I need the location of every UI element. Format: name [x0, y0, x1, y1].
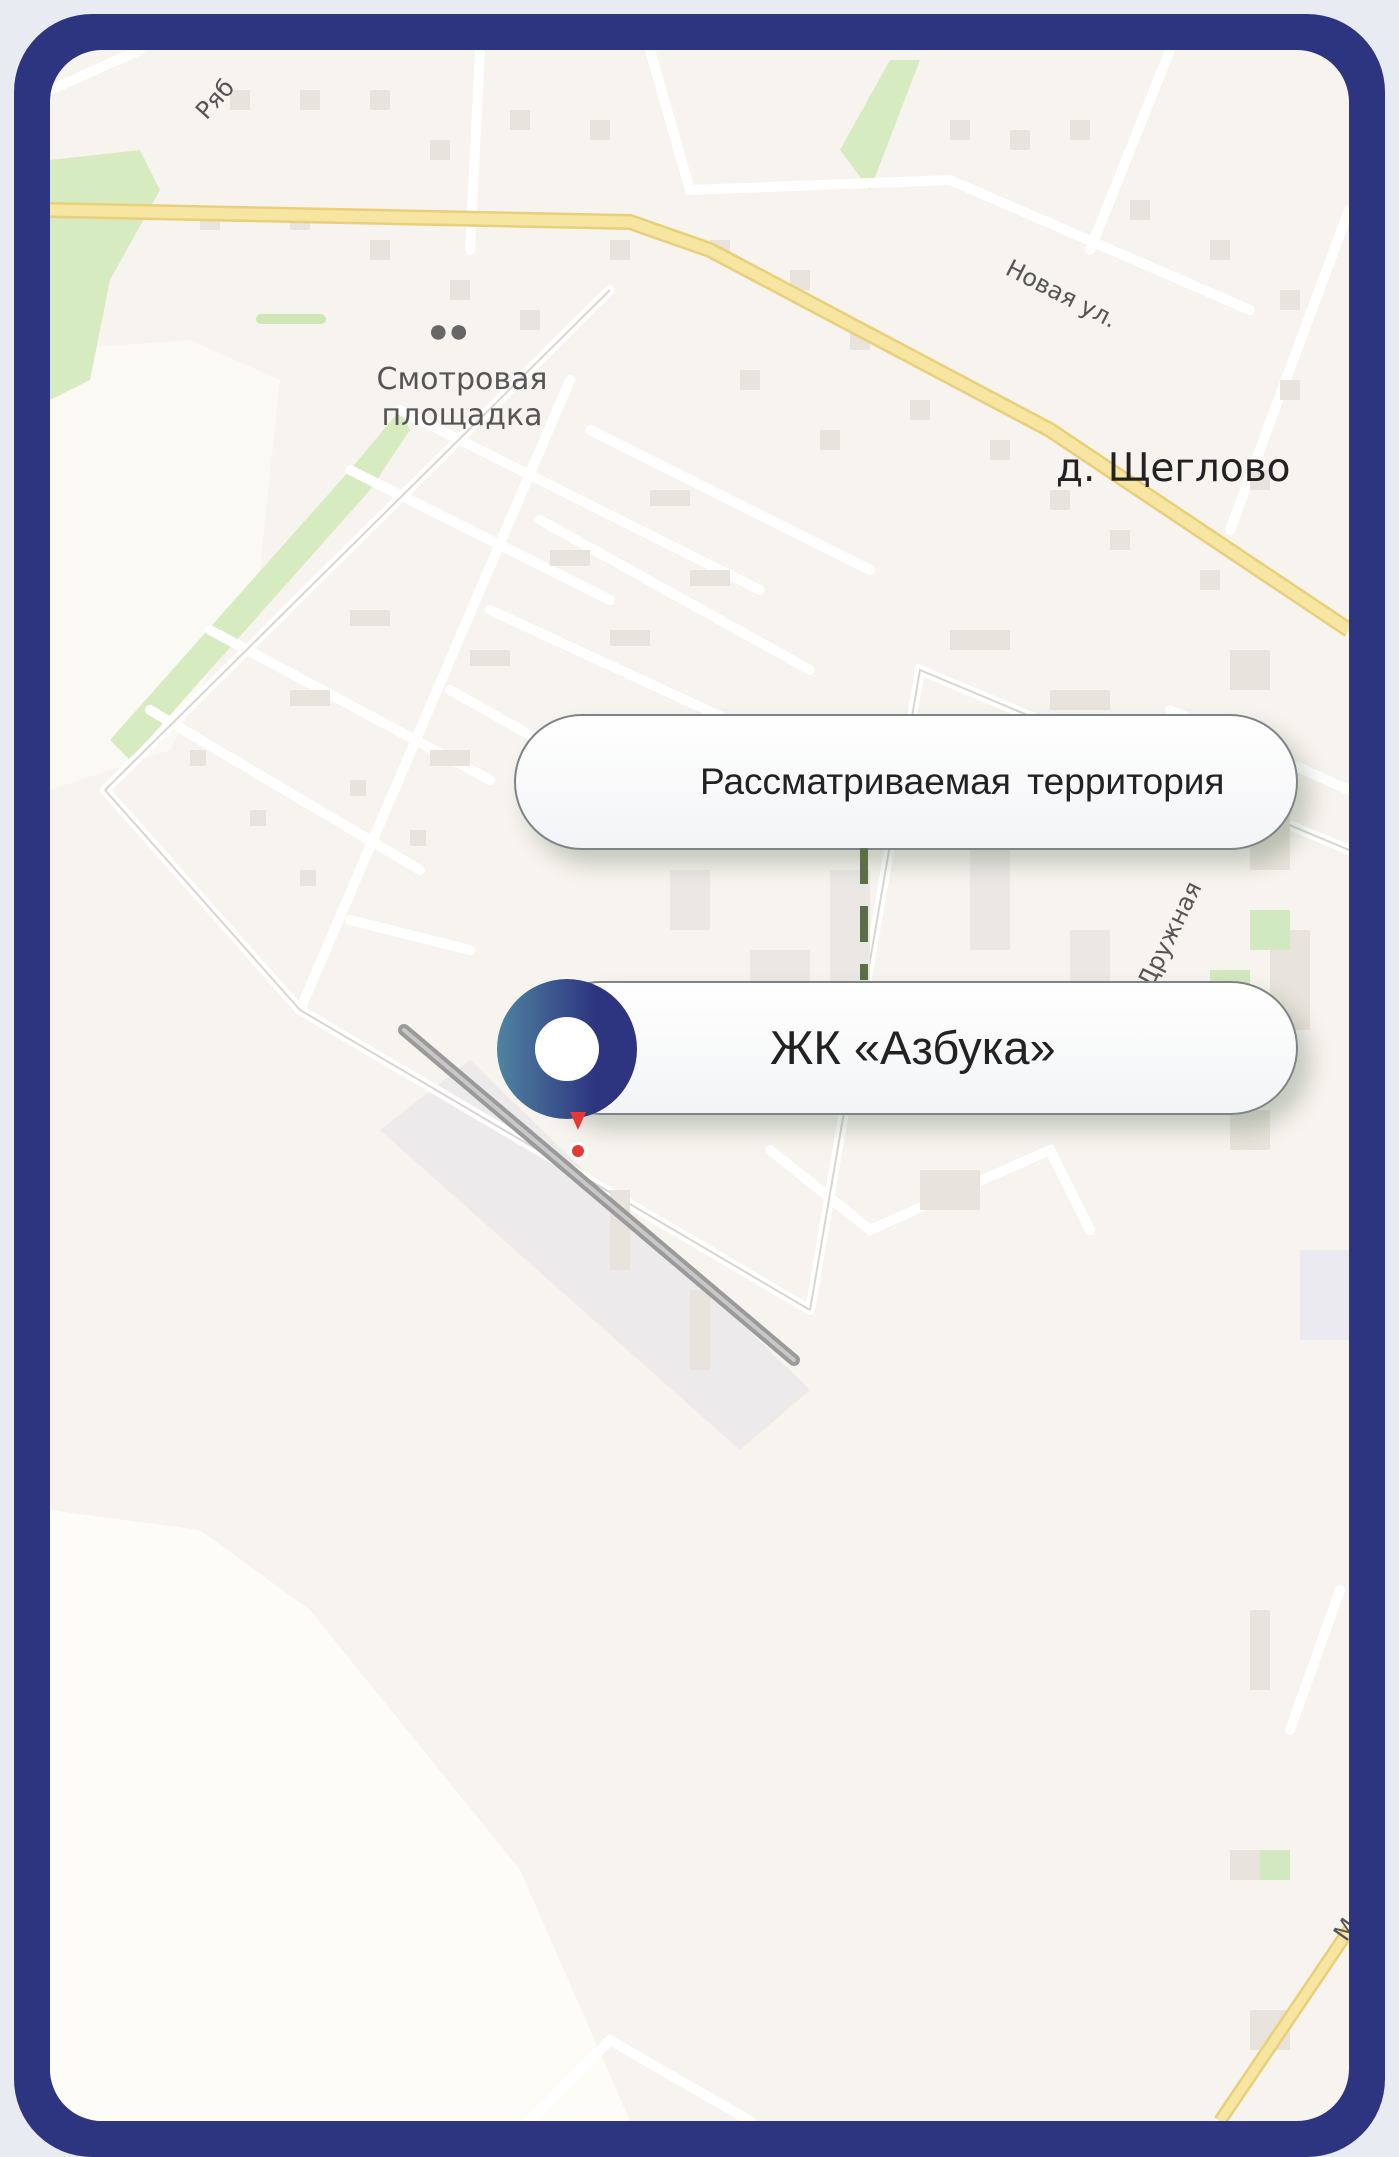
- binoculars-icon: ●●: [428, 312, 470, 350]
- territory-label: Рассматриваемая территория: [700, 761, 1225, 802]
- poi-label: Смотровая площадка: [352, 362, 572, 434]
- territory-callout[interactable]: Рассматриваемая территория: [514, 714, 1298, 850]
- project-callout[interactable]: ЖК «Азбука»: [534, 981, 1298, 1115]
- map-pin-dot: [569, 1142, 587, 1160]
- map-frame: ●● Смотровая площадка д. Щеглово Новая у…: [14, 14, 1385, 2157]
- marker-hole: [535, 1017, 599, 1081]
- project-label: ЖК «Азбука»: [770, 1021, 1056, 1074]
- place-label: д. Щеглово: [1056, 446, 1291, 491]
- location-marker-icon[interactable]: [497, 979, 637, 1119]
- poi-label-line2: площадка: [381, 398, 543, 433]
- poi-label-line1: Смотровая: [376, 362, 548, 397]
- callout-connector: [860, 848, 868, 980]
- map-pin-icon: [570, 1112, 586, 1130]
